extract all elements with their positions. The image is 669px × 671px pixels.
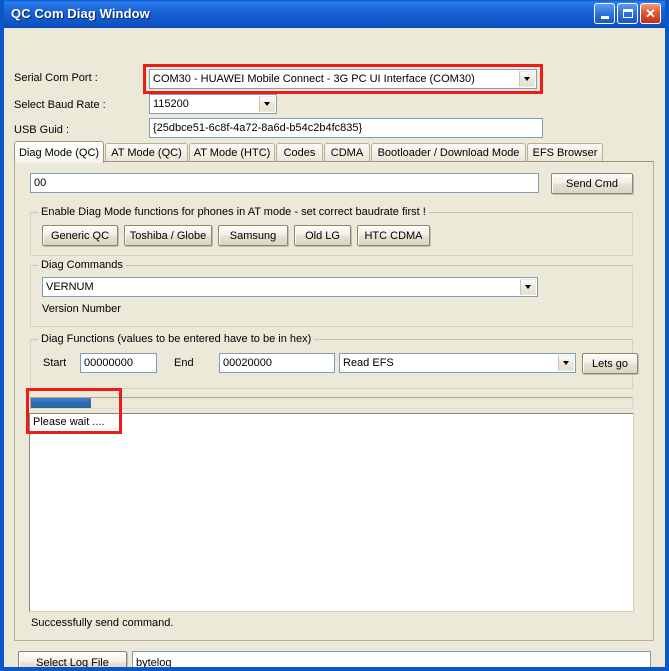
diag-commands-group-title: Diag Commands	[38, 259, 126, 271]
generic-qc-button[interactable]: Generic QC	[42, 225, 118, 246]
tab-strip: Diag Mode (QC) AT Mode (QC) AT Mode (HTC…	[14, 141, 654, 163]
diag-function-combo[interactable]: Read EFS	[339, 353, 576, 373]
minimize-button[interactable]	[594, 3, 615, 24]
old-lg-button[interactable]: Old LG	[294, 225, 351, 246]
tab-diag-mode-qc[interactable]: Diag Mode (QC)	[14, 141, 104, 163]
close-button[interactable]: ✕	[640, 3, 661, 24]
select-baud-rate-label: Select Baud Rate :	[14, 99, 106, 111]
end-label: End	[174, 357, 194, 369]
diag-command-value: VERNUM	[46, 281, 94, 293]
diag-command-description: Version Number	[42, 303, 121, 315]
lets-go-button[interactable]: Lets go	[582, 353, 638, 374]
enable-diag-mode-group-title: Enable Diag Mode functions for phones in…	[38, 206, 429, 218]
serial-com-port-combo[interactable]: COM30 - HUAWEI Mobile Connect - 3G PC UI…	[149, 69, 537, 89]
diag-functions-group: Diag Functions (values to be entered hav…	[30, 333, 638, 389]
tab-codes[interactable]: Codes	[276, 143, 323, 162]
samsung-button[interactable]: Samsung	[218, 225, 288, 246]
send-cmd-button[interactable]: Send Cmd	[551, 173, 633, 194]
select-log-file-button[interactable]: Select Log File	[18, 651, 127, 667]
title-bar: QC Com Diag Window ✕	[4, 0, 665, 28]
enable-diag-mode-group: Enable Diag Mode functions for phones in…	[30, 206, 633, 256]
diag-functions-group-title: Diag Functions (values to be entered hav…	[38, 333, 315, 345]
command-input[interactable]: 00	[30, 173, 539, 193]
diag-command-combo[interactable]: VERNUM	[42, 277, 538, 297]
diag-function-value: Read EFS	[343, 357, 394, 369]
tab-at-mode-htc[interactable]: AT Mode (HTC)	[189, 143, 275, 162]
usb-guid-input[interactable]: {25dbce51-6c8f-4a72-8a6d-b54c2b4fc835}	[149, 118, 543, 138]
status-text: Successfully send command.	[31, 617, 174, 629]
baud-rate-value: 115200	[153, 98, 189, 110]
usb-guid-label: USB Guid :	[14, 124, 70, 136]
chevron-down-icon[interactable]	[259, 96, 275, 112]
close-icon: ✕	[645, 5, 656, 21]
diag-mode-tab-panel: 00 Send Cmd Enable Diag Mode functions f…	[14, 161, 654, 641]
maximize-button[interactable]	[617, 3, 638, 24]
chevron-down-icon[interactable]	[520, 279, 536, 295]
chevron-down-icon[interactable]	[558, 355, 574, 371]
htc-cdma-button[interactable]: HTC CDMA	[357, 225, 430, 246]
window-title: QC Com Diag Window	[11, 6, 150, 21]
tab-bootloader-download-mode[interactable]: Bootloader / Download Mode	[371, 143, 526, 162]
minimize-icon	[600, 15, 609, 19]
tab-cdma[interactable]: CDMA	[324, 143, 370, 162]
start-label: Start	[43, 357, 67, 369]
diag-commands-group: Diag Commands VERNUM Version Number	[30, 259, 633, 327]
end-input[interactable]: 00020000	[219, 353, 335, 373]
log-output-area[interactable]: Please wait ....	[29, 413, 634, 612]
start-input[interactable]: 00000000	[80, 353, 157, 373]
caption-button-group: ✕	[594, 3, 661, 24]
serial-com-port-value: COM30 - HUAWEI Mobile Connect - 3G PC UI…	[153, 73, 475, 85]
baud-rate-combo[interactable]: 115200	[149, 94, 277, 114]
tab-efs-browser[interactable]: EFS Browser	[527, 143, 603, 162]
progress-bar	[30, 397, 633, 409]
client-area: Serial Com Port : COM30 - HUAWEI Mobile …	[4, 28, 665, 667]
progress-bar-fill	[31, 398, 92, 408]
log-file-input[interactable]: bytelog	[132, 651, 651, 667]
toshiba-globe-button[interactable]: Toshiba / Globe	[124, 225, 212, 246]
chevron-down-icon[interactable]	[519, 71, 535, 87]
qc-com-diag-window: QC Com Diag Window ✕ Serial Com Port : C…	[0, 0, 669, 671]
serial-com-port-label: Serial Com Port :	[14, 72, 98, 84]
maximize-icon	[622, 9, 633, 18]
tab-at-mode-qc[interactable]: AT Mode (QC)	[105, 143, 188, 162]
